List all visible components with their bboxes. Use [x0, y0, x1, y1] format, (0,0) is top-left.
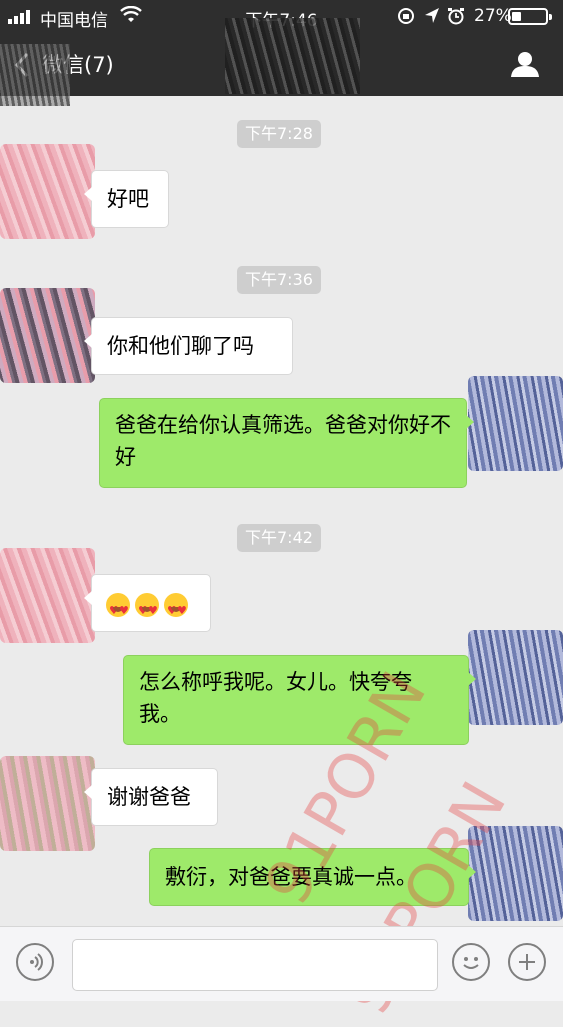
avatar[interactable]: [0, 756, 95, 851]
incoming-message[interactable]: 你和他们聊了吗: [84, 317, 293, 375]
heart-eyes-emoji: [164, 593, 188, 627]
battery-level-fill: [512, 12, 521, 21]
battery-icon: [508, 8, 552, 25]
emoji-icon: [463, 957, 479, 969]
chat-header: 微信(7): [0, 18, 563, 96]
avatar[interactable]: [0, 288, 95, 383]
plus-icon: [519, 954, 535, 970]
message-timestamp: 下午7:28: [237, 120, 321, 148]
battery-percent: 27%: [474, 6, 512, 26]
avatar[interactable]: [0, 548, 95, 643]
voice-button[interactable]: [16, 943, 54, 981]
location-icon: [425, 8, 439, 23]
emoji-button[interactable]: [452, 943, 490, 981]
input-bar: [0, 926, 563, 1001]
my-avatar[interactable]: [468, 376, 563, 471]
more-button[interactable]: [508, 943, 546, 981]
avatar[interactable]: [0, 144, 95, 239]
message-timestamp: 下午7:36: [237, 266, 321, 294]
heart-eyes-emoji: [135, 593, 159, 627]
my-avatar[interactable]: [468, 630, 563, 725]
message-timestamp: 下午7:42: [237, 524, 321, 552]
message-input[interactable]: [72, 939, 438, 991]
heart-eyes-emoji: [106, 593, 130, 627]
voice-icon: [30, 953, 43, 971]
incoming-message[interactable]: 好吧: [84, 170, 169, 228]
alarm-icon: [448, 8, 464, 25]
incoming-emoji-message[interactable]: [84, 574, 211, 632]
rotation-lock-icon: [398, 8, 414, 24]
incoming-message[interactable]: 谢谢爸爸: [84, 768, 218, 826]
person-icon[interactable]: [510, 50, 540, 78]
redacted-contact-name: [225, 18, 360, 94]
outgoing-message[interactable]: 爸爸在给你认真筛选。爸爸对你好不好: [99, 398, 474, 488]
